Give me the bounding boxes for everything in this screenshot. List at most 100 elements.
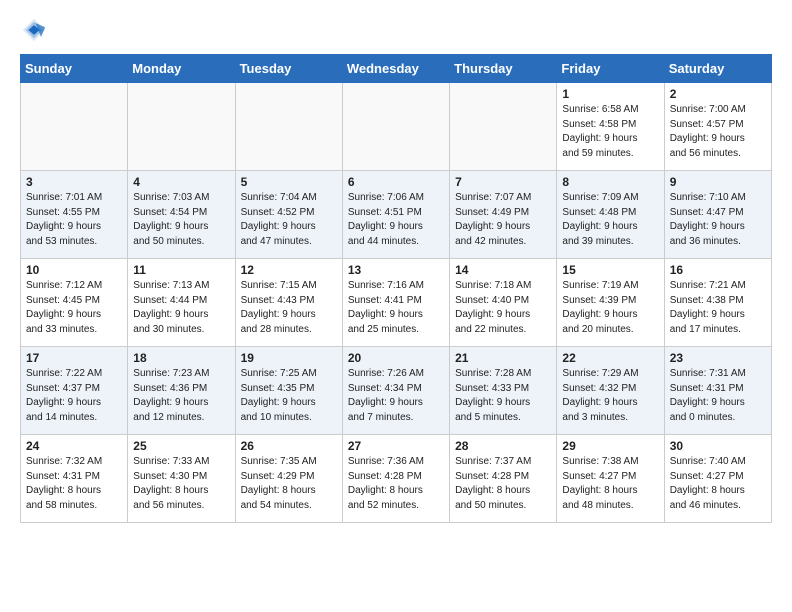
day-info: Sunrise: 7:03 AM Sunset: 4:54 PM Dayligh… [133, 191, 229, 249]
calendar-cell: 28 Sunrise: 7:37 AM Sunset: 4:28 PM Dayli… [450, 435, 557, 523]
logo-icon [20, 16, 48, 44]
weekday-header-saturday: Saturday [664, 55, 771, 83]
calendar-cell: 27 Sunrise: 7:36 AM Sunset: 4:28 PM Dayli… [342, 435, 449, 523]
calendar-cell: 22Sunrise: 7:29 AM Sunset: 4:32 PM Dayli… [557, 347, 664, 435]
day-number: 11 [133, 263, 229, 277]
calendar-cell: 10 Sunrise: 7:12 AM Sunset: 4:45 PM Dayli… [21, 259, 128, 347]
day-number: 6 [348, 175, 444, 189]
calendar-cell: 3 Sunrise: 7:01 AM Sunset: 4:55 PM Daylig… [21, 171, 128, 259]
day-info: Sunrise: 7:28 AM Sunset: 4:33 PM Dayligh… [455, 367, 551, 425]
day-info: Sunrise: 7:32 AM Sunset: 4:31 PM Dayligh… [26, 455, 122, 513]
calendar-cell: 11Sunrise: 7:13 AM Sunset: 4:44 PM Dayli… [128, 259, 235, 347]
calendar-cell [235, 83, 342, 171]
header [20, 16, 772, 44]
calendar-cell: 5Sunrise: 7:04 AM Sunset: 4:52 PM Daylig… [235, 171, 342, 259]
day-info: Sunrise: 7:01 AM Sunset: 4:55 PM Dayligh… [26, 191, 122, 249]
day-number: 29 [562, 439, 658, 453]
day-number: 30 [670, 439, 766, 453]
day-info: Sunrise: 7:04 AM Sunset: 4:52 PM Dayligh… [241, 191, 337, 249]
weekday-header-friday: Friday [557, 55, 664, 83]
day-info: Sunrise: 7:15 AM Sunset: 4:43 PM Dayligh… [241, 279, 337, 337]
calendar-cell: 4 Sunrise: 7:03 AM Sunset: 4:54 PM Daylig… [128, 171, 235, 259]
calendar-cell [450, 83, 557, 171]
calendar-week-2: 3 Sunrise: 7:01 AM Sunset: 4:55 PM Daylig… [21, 171, 772, 259]
day-info: Sunrise: 6:58 AM Sunset: 4:58 PM Dayligh… [562, 103, 658, 161]
day-number: 3 [26, 175, 122, 189]
day-number: 22 [562, 351, 658, 365]
day-info: Sunrise: 7:06 AM Sunset: 4:51 PM Dayligh… [348, 191, 444, 249]
day-number: 18 [133, 351, 229, 365]
calendar-cell: 1 Sunrise: 6:58 AM Sunset: 4:58 PM Daylig… [557, 83, 664, 171]
calendar-week-5: 24 Sunrise: 7:32 AM Sunset: 4:31 PM Dayli… [21, 435, 772, 523]
calendar-cell [21, 83, 128, 171]
day-info: Sunrise: 7:36 AM Sunset: 4:28 PM Dayligh… [348, 455, 444, 513]
calendar-cell: 2Sunrise: 7:00 AM Sunset: 4:57 PM Daylig… [664, 83, 771, 171]
day-info: Sunrise: 7:21 AM Sunset: 4:38 PM Dayligh… [670, 279, 766, 337]
day-number: 12 [241, 263, 337, 277]
weekday-header-sunday: Sunday [21, 55, 128, 83]
page: SundayMondayTuesdayWednesdayThursdayFrid… [0, 0, 792, 543]
day-info: Sunrise: 7:22 AM Sunset: 4:37 PM Dayligh… [26, 367, 122, 425]
day-info: Sunrise: 7:07 AM Sunset: 4:49 PM Dayligh… [455, 191, 551, 249]
calendar-cell: 12 Sunrise: 7:15 AM Sunset: 4:43 PM Dayli… [235, 259, 342, 347]
day-info: Sunrise: 7:19 AM Sunset: 4:39 PM Dayligh… [562, 279, 658, 337]
calendar-cell: 13 Sunrise: 7:16 AM Sunset: 4:41 PM Dayli… [342, 259, 449, 347]
day-info: Sunrise: 7:18 AM Sunset: 4:40 PM Dayligh… [455, 279, 551, 337]
day-number: 20 [348, 351, 444, 365]
day-number: 25 [133, 439, 229, 453]
day-number: 1 [562, 87, 658, 101]
calendar-cell [128, 83, 235, 171]
calendar-cell: 26 Sunrise: 7:35 AM Sunset: 4:29 PM Dayli… [235, 435, 342, 523]
calendar-cell: 19 Sunrise: 7:25 AM Sunset: 4:35 PM Dayli… [235, 347, 342, 435]
day-number: 24 [26, 439, 122, 453]
weekday-header-tuesday: Tuesday [235, 55, 342, 83]
calendar-cell: 29Sunrise: 7:38 AM Sunset: 4:27 PM Dayli… [557, 435, 664, 523]
logo [20, 16, 52, 44]
day-number: 2 [670, 87, 766, 101]
day-info: Sunrise: 7:16 AM Sunset: 4:41 PM Dayligh… [348, 279, 444, 337]
day-number: 7 [455, 175, 551, 189]
day-number: 8 [562, 175, 658, 189]
calendar-cell: 30 Sunrise: 7:40 AM Sunset: 4:27 PM Dayli… [664, 435, 771, 523]
calendar-cell: 15 Sunrise: 7:19 AM Sunset: 4:39 PM Dayli… [557, 259, 664, 347]
day-info: Sunrise: 7:12 AM Sunset: 4:45 PM Dayligh… [26, 279, 122, 337]
weekday-header-monday: Monday [128, 55, 235, 83]
calendar-header-row: SundayMondayTuesdayWednesdayThursdayFrid… [21, 55, 772, 83]
calendar-cell: 8 Sunrise: 7:09 AM Sunset: 4:48 PM Daylig… [557, 171, 664, 259]
day-number: 10 [26, 263, 122, 277]
day-info: Sunrise: 7:26 AM Sunset: 4:34 PM Dayligh… [348, 367, 444, 425]
day-number: 15 [562, 263, 658, 277]
calendar-week-4: 17 Sunrise: 7:22 AM Sunset: 4:37 PM Dayli… [21, 347, 772, 435]
calendar-table: SundayMondayTuesdayWednesdayThursdayFrid… [20, 54, 772, 523]
day-number: 21 [455, 351, 551, 365]
day-info: Sunrise: 7:35 AM Sunset: 4:29 PM Dayligh… [241, 455, 337, 513]
day-info: Sunrise: 7:37 AM Sunset: 4:28 PM Dayligh… [455, 455, 551, 513]
calendar-cell: 16Sunrise: 7:21 AM Sunset: 4:38 PM Dayli… [664, 259, 771, 347]
calendar-cell: 20 Sunrise: 7:26 AM Sunset: 4:34 PM Dayli… [342, 347, 449, 435]
calendar-week-3: 10 Sunrise: 7:12 AM Sunset: 4:45 PM Dayli… [21, 259, 772, 347]
calendar-cell: 25 Sunrise: 7:33 AM Sunset: 4:30 PM Dayli… [128, 435, 235, 523]
day-number: 23 [670, 351, 766, 365]
weekday-header-wednesday: Wednesday [342, 55, 449, 83]
calendar-cell [342, 83, 449, 171]
day-info: Sunrise: 7:25 AM Sunset: 4:35 PM Dayligh… [241, 367, 337, 425]
day-info: Sunrise: 7:09 AM Sunset: 4:48 PM Dayligh… [562, 191, 658, 249]
day-number: 27 [348, 439, 444, 453]
day-number: 26 [241, 439, 337, 453]
calendar-cell: 9 Sunrise: 7:10 AM Sunset: 4:47 PM Daylig… [664, 171, 771, 259]
day-info: Sunrise: 7:33 AM Sunset: 4:30 PM Dayligh… [133, 455, 229, 513]
day-info: Sunrise: 7:23 AM Sunset: 4:36 PM Dayligh… [133, 367, 229, 425]
day-number: 4 [133, 175, 229, 189]
day-info: Sunrise: 7:40 AM Sunset: 4:27 PM Dayligh… [670, 455, 766, 513]
day-number: 19 [241, 351, 337, 365]
day-number: 13 [348, 263, 444, 277]
day-info: Sunrise: 7:10 AM Sunset: 4:47 PM Dayligh… [670, 191, 766, 249]
calendar-cell: 21 Sunrise: 7:28 AM Sunset: 4:33 PM Dayli… [450, 347, 557, 435]
calendar-cell: 14Sunrise: 7:18 AM Sunset: 4:40 PM Dayli… [450, 259, 557, 347]
day-number: 17 [26, 351, 122, 365]
calendar-cell: 18 Sunrise: 7:23 AM Sunset: 4:36 PM Dayli… [128, 347, 235, 435]
day-number: 28 [455, 439, 551, 453]
calendar-week-1: 1 Sunrise: 6:58 AM Sunset: 4:58 PM Daylig… [21, 83, 772, 171]
calendar-cell: 6 Sunrise: 7:06 AM Sunset: 4:51 PM Daylig… [342, 171, 449, 259]
day-number: 9 [670, 175, 766, 189]
